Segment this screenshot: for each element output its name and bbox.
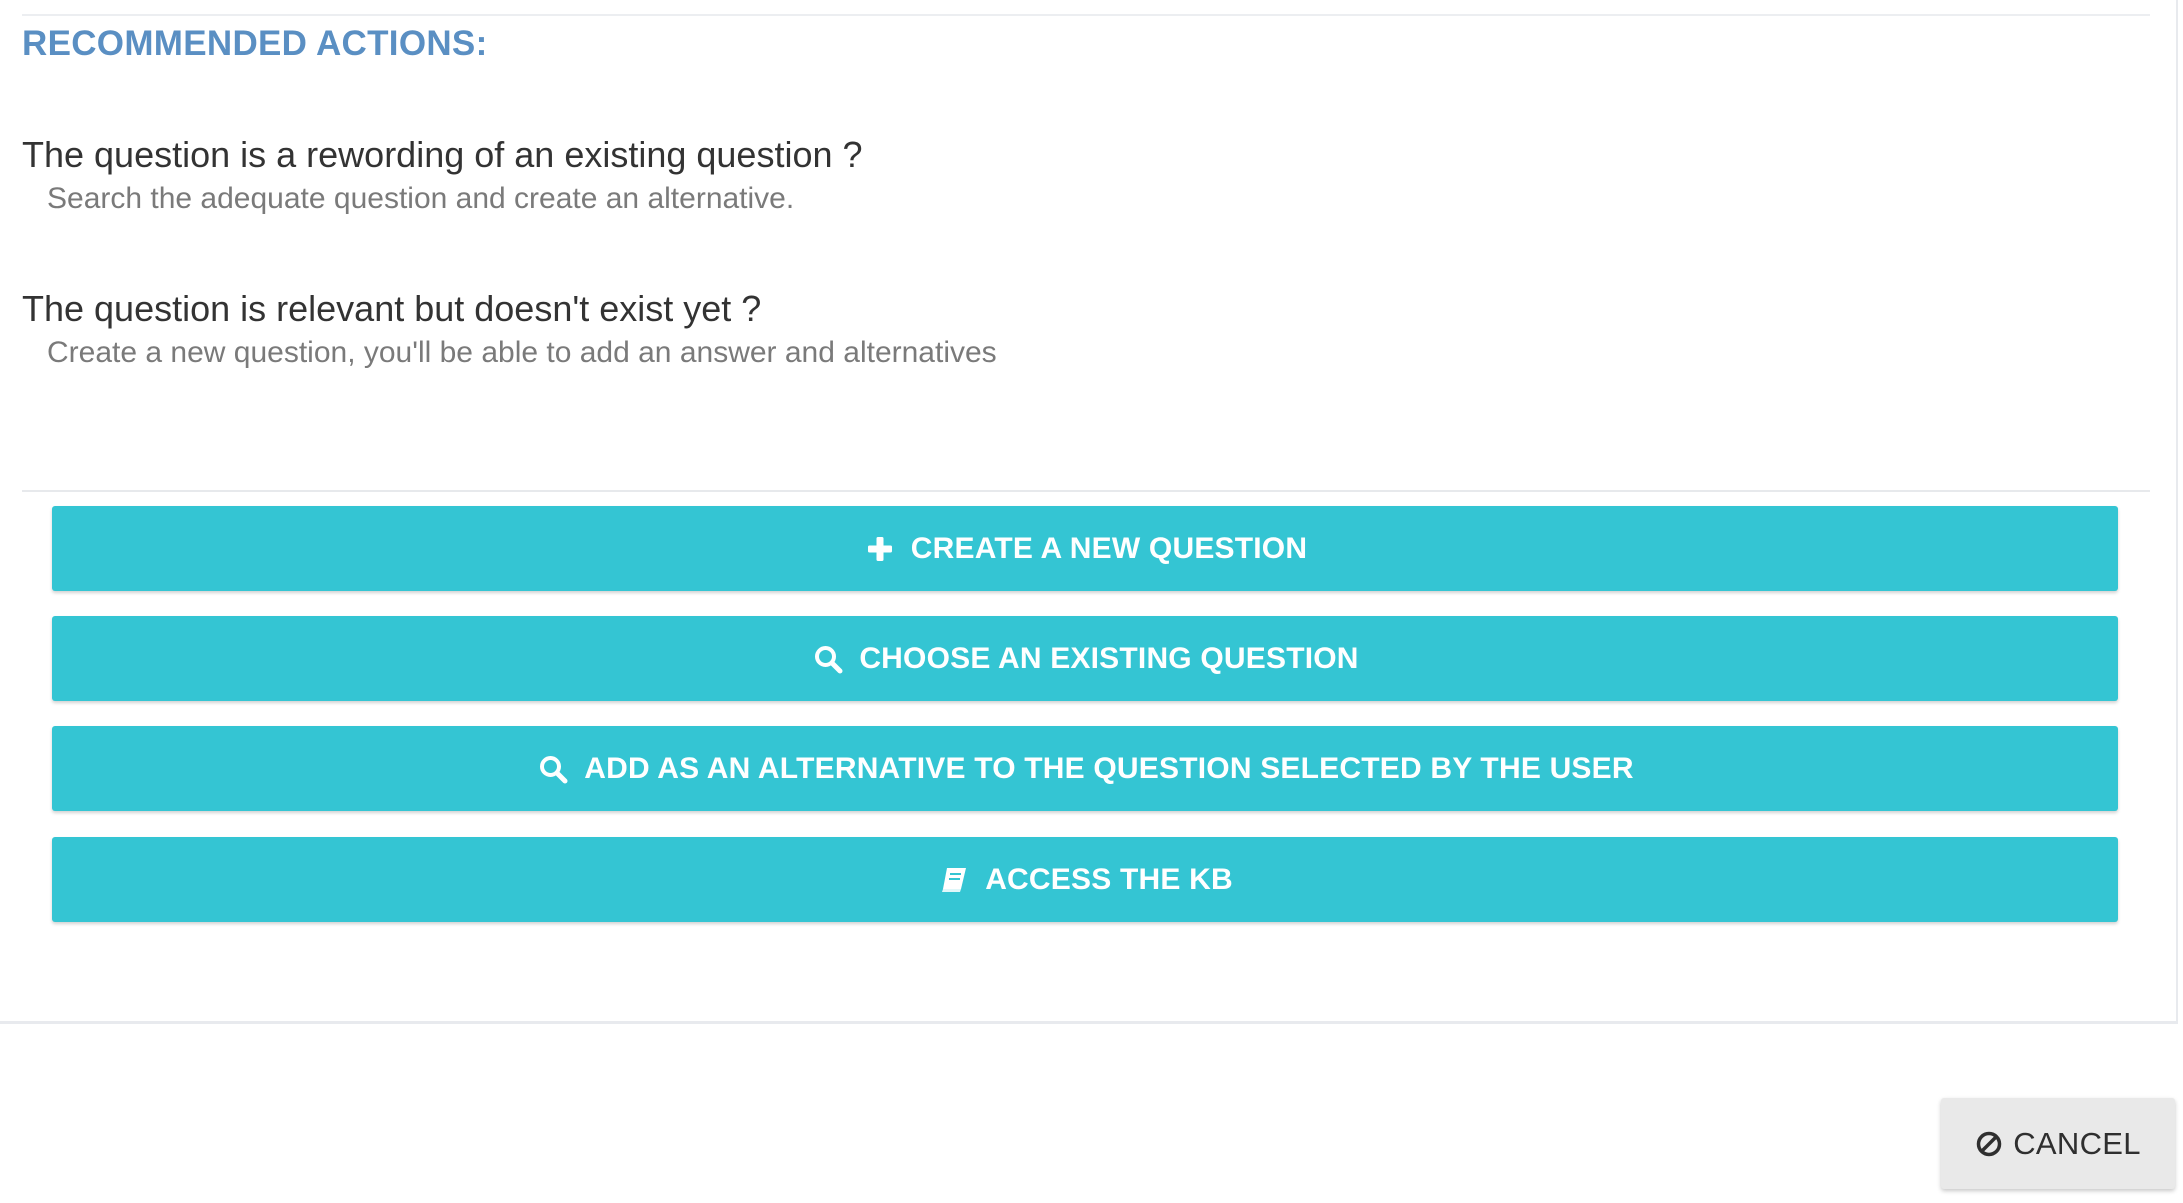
recommended-actions-panel: RECOMMENDED ACTIONS: The question is a r…	[0, 0, 2178, 1024]
search-icon	[811, 642, 845, 676]
section-title: RECOMMENDED ACTIONS:	[22, 24, 488, 63]
cancel-label: CANCEL	[2013, 1125, 2141, 1161]
button-label: CREATE A NEW QUESTION	[910, 531, 1308, 565]
scenario-hint: Create a new question, you'll be able to…	[47, 336, 997, 369]
scenario-question: The question is a rewording of an existi…	[22, 134, 863, 175]
access-kb-button[interactable]: ACCESS THE KB	[52, 837, 2118, 922]
plus-icon	[863, 532, 897, 566]
add-as-alternative-button[interactable]: ADD AS AN ALTERNATIVE TO THE QUESTION SE…	[52, 726, 2118, 811]
choose-existing-question-button[interactable]: CHOOSE AN EXISTING QUESTION	[52, 616, 2118, 701]
button-label: CHOOSE AN EXISTING QUESTION	[859, 641, 1359, 675]
actions-divider	[22, 490, 2150, 492]
scenario-rewording: The question is a rewording of an existi…	[22, 133, 863, 219]
search-icon	[536, 752, 570, 786]
scenario-question: The question is relevant but doesn't exi…	[22, 288, 762, 329]
scenario-hint: Search the adequate question and create …	[47, 182, 795, 215]
cancel-button[interactable]: CANCEL	[1941, 1098, 2175, 1189]
book-icon	[937, 863, 971, 897]
button-label: ADD AS AN ALTERNATIVE TO THE QUESTION SE…	[584, 751, 1634, 785]
scenario-new-question: The question is relevant but doesn't exi…	[22, 287, 997, 373]
ban-icon	[1975, 1129, 2005, 1159]
create-new-question-button[interactable]: CREATE A NEW QUESTION	[52, 506, 2118, 591]
top-divider	[22, 14, 2150, 16]
modal-body: RECOMMENDED ACTIONS: The question is a r…	[0, 0, 2183, 1203]
button-label: ACCESS THE KB	[985, 862, 1233, 896]
